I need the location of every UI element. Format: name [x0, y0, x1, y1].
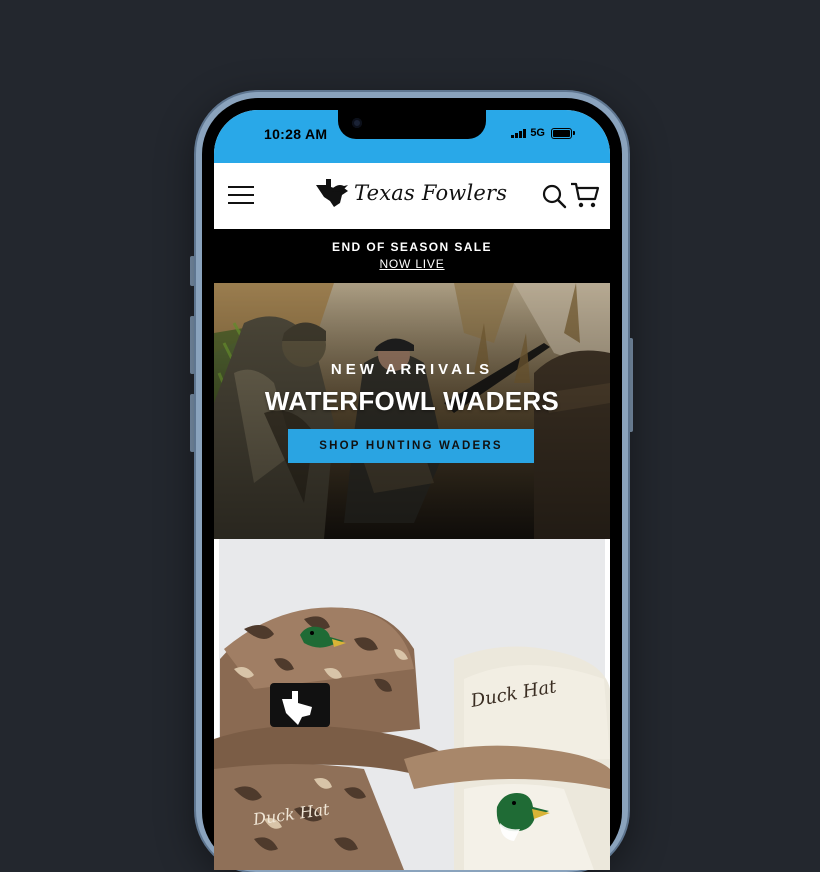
battery-icon [551, 127, 575, 139]
announcement-bar: END OF SEASON SALE NOW LIVE [214, 229, 610, 283]
site-logo[interactable]: Texas Fowlers [314, 177, 507, 209]
hero-kicker: NEW ARRIVALS [330, 361, 494, 378]
logo-text: Texas Fowlers [354, 181, 508, 205]
phone-screen: 10:28 AM 5G Texas Fowlers END OF SEASON … [214, 110, 610, 870]
shop-hunting-waders-button[interactable]: SHOP HUNTING WADERS [288, 429, 534, 463]
search-icon[interactable] [541, 183, 567, 209]
silent-switch [190, 256, 195, 286]
network-label: 5G [530, 127, 545, 139]
hero-title: WATERFOWL WADERS [264, 386, 560, 416]
signal-icon [511, 128, 527, 138]
camera-icon [352, 118, 362, 128]
status-bar: 10:28 AM 5G [214, 110, 610, 163]
announcement-link[interactable]: NOW LIVE [214, 257, 610, 271]
announcement-title: END OF SEASON SALE [332, 240, 492, 254]
volume-down-button [190, 394, 195, 452]
volume-up-button [190, 316, 195, 374]
status-time: 10:28 AM [264, 126, 328, 142]
hero-banner[interactable]: NEW ARRIVALS WATERFOWL WADERS SHOP HUNTI… [214, 283, 610, 539]
duck-hat-product-image[interactable]: Duck Hat Duck Hat [214, 539, 610, 870]
site-header: Texas Fowlers [214, 163, 610, 229]
power-button [628, 338, 633, 432]
menu-icon[interactable] [228, 183, 254, 207]
texas-duck-logo-icon [316, 179, 348, 207]
cart-icon[interactable] [570, 181, 600, 209]
duck-hats-image: Duck Hat Duck Hat [214, 539, 610, 870]
status-icons: 5G [511, 127, 575, 139]
